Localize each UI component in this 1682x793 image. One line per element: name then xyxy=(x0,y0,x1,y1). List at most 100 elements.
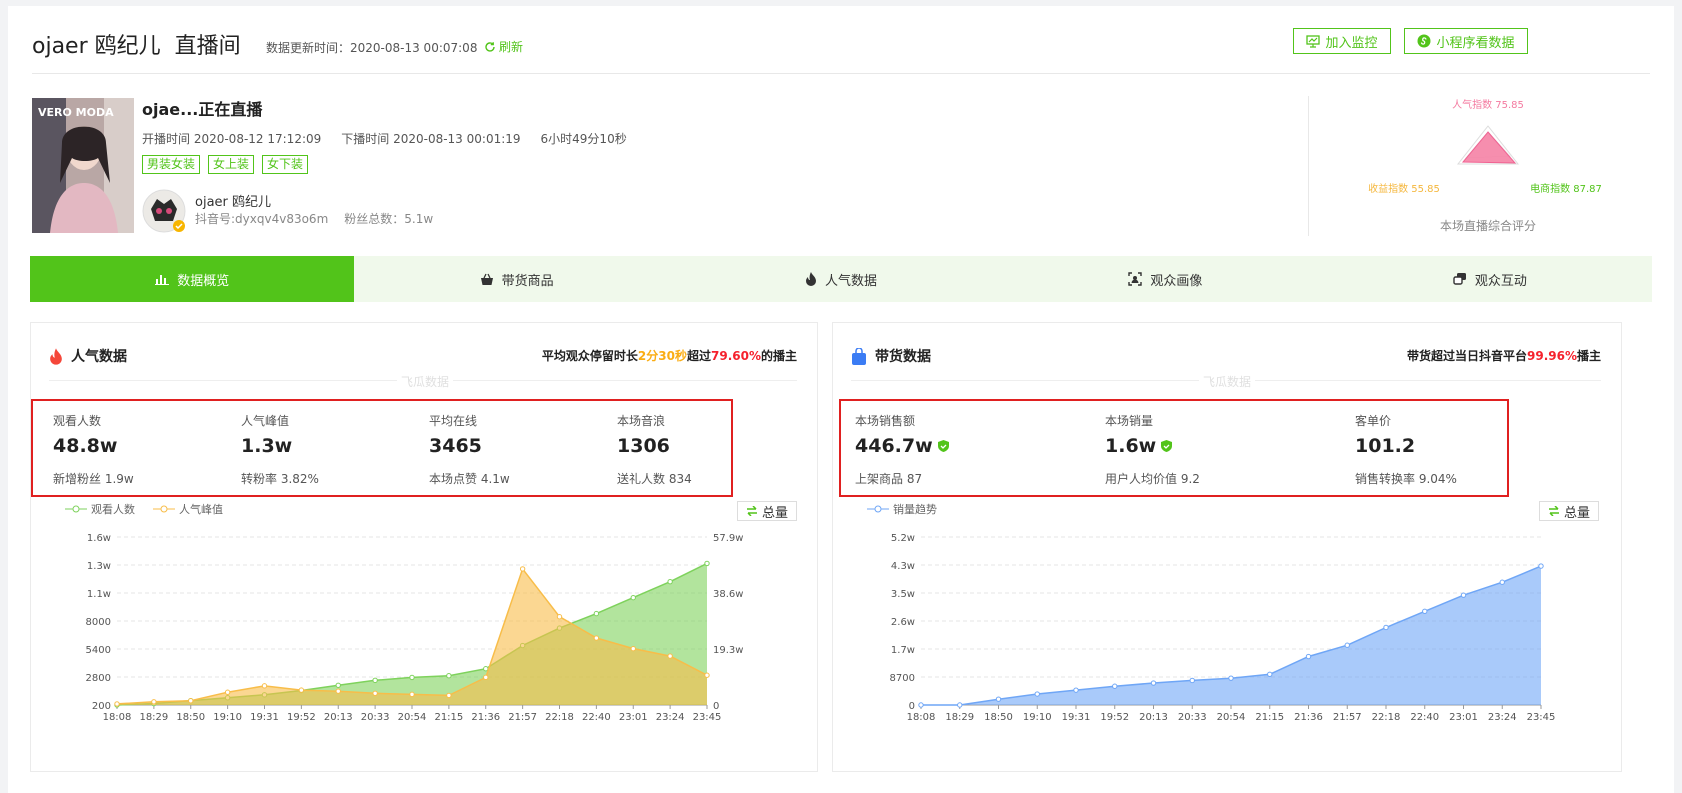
tag-item: 男装女装 xyxy=(142,155,201,174)
popularity-note: 平均观众停留时长2分30秒超过79.60%的播主 xyxy=(541,349,797,363)
y-tick-label: 2.6w xyxy=(891,617,915,628)
stat-value: 48.8w xyxy=(53,435,118,457)
x-tick-label: 18:08 xyxy=(103,712,132,723)
x-tick-label: 18:50 xyxy=(176,712,205,723)
data-point xyxy=(409,674,415,681)
x-tick-label: 22:18 xyxy=(1372,712,1401,723)
y-tick-label: 4.3w xyxy=(891,561,915,572)
x-tick-label: 19:52 xyxy=(1100,712,1129,723)
x-tick-label: 21:15 xyxy=(1255,712,1284,723)
data-point xyxy=(1305,653,1312,660)
author-name[interactable]: ojaer 鸥纪儿 xyxy=(195,191,271,210)
face-scan-icon xyxy=(1128,272,1143,286)
tag-item: 女下装 xyxy=(262,155,309,174)
y-right-tick-label: 0 xyxy=(713,701,719,712)
total-toggle-button[interactable]: 总量 xyxy=(737,501,797,521)
refresh-button[interactable]: 刷新 xyxy=(484,38,523,55)
data-point xyxy=(667,578,673,585)
stat-value: 3465 xyxy=(429,435,482,457)
data-point xyxy=(483,666,489,672)
stat-value: 1306 xyxy=(617,435,670,457)
data-point xyxy=(1189,677,1195,684)
live-room-page: ojaer 鸥纪儿 直播间 数据更新时间：2020-08-13 00:07:08 … xyxy=(8,6,1674,793)
add-monitor-button[interactable]: 加入监控 xyxy=(1293,28,1391,54)
data-point xyxy=(1422,608,1428,615)
x-tick-label: 23:01 xyxy=(1449,712,1478,723)
data-point xyxy=(151,699,157,705)
y-tick-label: 8700 xyxy=(890,673,915,684)
x-tick-label: 19:10 xyxy=(1023,712,1052,723)
stat-sub: 销售转换率 9.04% xyxy=(1355,472,1457,486)
x-tick-label: 20:54 xyxy=(1217,712,1246,723)
tab-audience-profile[interactable]: 观众画像 xyxy=(1003,256,1327,302)
legend-sales-trend[interactable]: 销量趋势 xyxy=(867,501,937,517)
data-point xyxy=(593,610,600,617)
monitor-icon xyxy=(1306,34,1321,48)
tab-popularity[interactable]: 人气数据 xyxy=(679,256,1003,302)
sales-panel: 带货数据 带货超过当日抖音平台99.96%播主 飞瓜数据 本场销售额 446.7… xyxy=(832,322,1622,772)
data-point xyxy=(483,674,489,681)
tab-label: 人气数据 xyxy=(825,273,878,289)
x-tick-label: 19:31 xyxy=(1062,712,1091,723)
basket-icon xyxy=(480,273,493,285)
y-tick-label: 1.1w xyxy=(87,589,111,600)
x-tick-label: 23:24 xyxy=(1488,712,1517,723)
data-point xyxy=(1034,691,1040,697)
tab-products[interactable]: 带货商品 xyxy=(354,256,678,302)
y-tick-label: 2800 xyxy=(86,673,111,684)
live-title[interactable]: ojae...正在直播 xyxy=(142,96,262,120)
page-title-suffix: 直播间 xyxy=(174,34,241,59)
miniapp-icon xyxy=(1417,34,1431,48)
sales-legend: 销量趋势 xyxy=(867,501,937,517)
cover-brand-text: VERO MODA xyxy=(38,106,114,119)
x-tick-label: 20:54 xyxy=(398,712,427,723)
miniapp-data-button[interactable]: 小程序看数据 xyxy=(1404,28,1528,54)
data-point xyxy=(114,701,120,707)
data-point xyxy=(704,560,710,567)
stat-sub: 新增粉丝 1.9w xyxy=(53,472,134,486)
author-avatar[interactable] xyxy=(142,189,186,233)
x-tick-label: 22:18 xyxy=(545,712,574,723)
watermark-text: 飞瓜数据 xyxy=(1199,373,1256,390)
stat-label: 平均在线 xyxy=(429,414,478,428)
category-tags: 男装女装 女上装 女下装 xyxy=(142,155,309,174)
popularity-panel-title: 人气数据 xyxy=(49,346,127,366)
main-tabs: 数据概览 带货商品 人气数据 观众画像 观众互动 xyxy=(30,256,1652,302)
stat-value: 1.6w xyxy=(1105,435,1173,457)
x-tick-label: 22:40 xyxy=(1410,712,1439,723)
y-tick-label: 8000 xyxy=(86,617,111,628)
data-point xyxy=(1267,671,1273,678)
legend-views[interactable]: 观看人数 xyxy=(65,501,135,517)
refresh-icon xyxy=(485,41,495,52)
data-point xyxy=(1460,592,1467,598)
stat-value: 1.3w xyxy=(241,435,293,457)
chat-icon xyxy=(1453,273,1466,285)
tab-label: 观众画像 xyxy=(1150,273,1203,289)
data-point xyxy=(372,677,378,684)
x-tick-label: 23:01 xyxy=(619,712,648,723)
watermark-text: 飞瓜数据 xyxy=(397,373,454,390)
start-time: 开播时间 2020-08-12 17:12:09 xyxy=(142,132,322,146)
popularity-panel: 人气数据 平均观众停留时长2分30秒超过79.60%的播主 飞瓜数据 观看人数 … xyxy=(30,322,818,772)
data-point xyxy=(593,635,600,641)
data-point xyxy=(667,653,673,659)
data-point xyxy=(704,672,710,678)
header-divider xyxy=(32,73,1650,74)
data-point xyxy=(335,688,341,694)
data-point xyxy=(1383,624,1389,631)
flame-icon xyxy=(806,272,816,286)
data-point xyxy=(519,566,526,572)
score-caption: 本场直播综合评分 xyxy=(1440,218,1536,233)
x-tick-label: 23:24 xyxy=(656,712,685,723)
tab-overview[interactable]: 数据概览 xyxy=(30,256,355,302)
data-point xyxy=(188,698,194,704)
switch-icon xyxy=(1548,506,1559,516)
flame-icon xyxy=(50,347,62,365)
live-cover-image[interactable]: VERO MODA xyxy=(32,98,134,233)
stat-sub: 本场点赞 4.1w xyxy=(429,472,510,486)
y-right-tick-label: 19.3w xyxy=(713,645,743,656)
tab-audience-interaction[interactable]: 观众互动 xyxy=(1328,256,1652,302)
total-toggle-button[interactable]: 总量 xyxy=(1539,501,1599,521)
legend-peak[interactable]: 人气峰值 xyxy=(153,501,223,517)
stat-sub: 用户人均价值 9.2 xyxy=(1105,472,1200,486)
